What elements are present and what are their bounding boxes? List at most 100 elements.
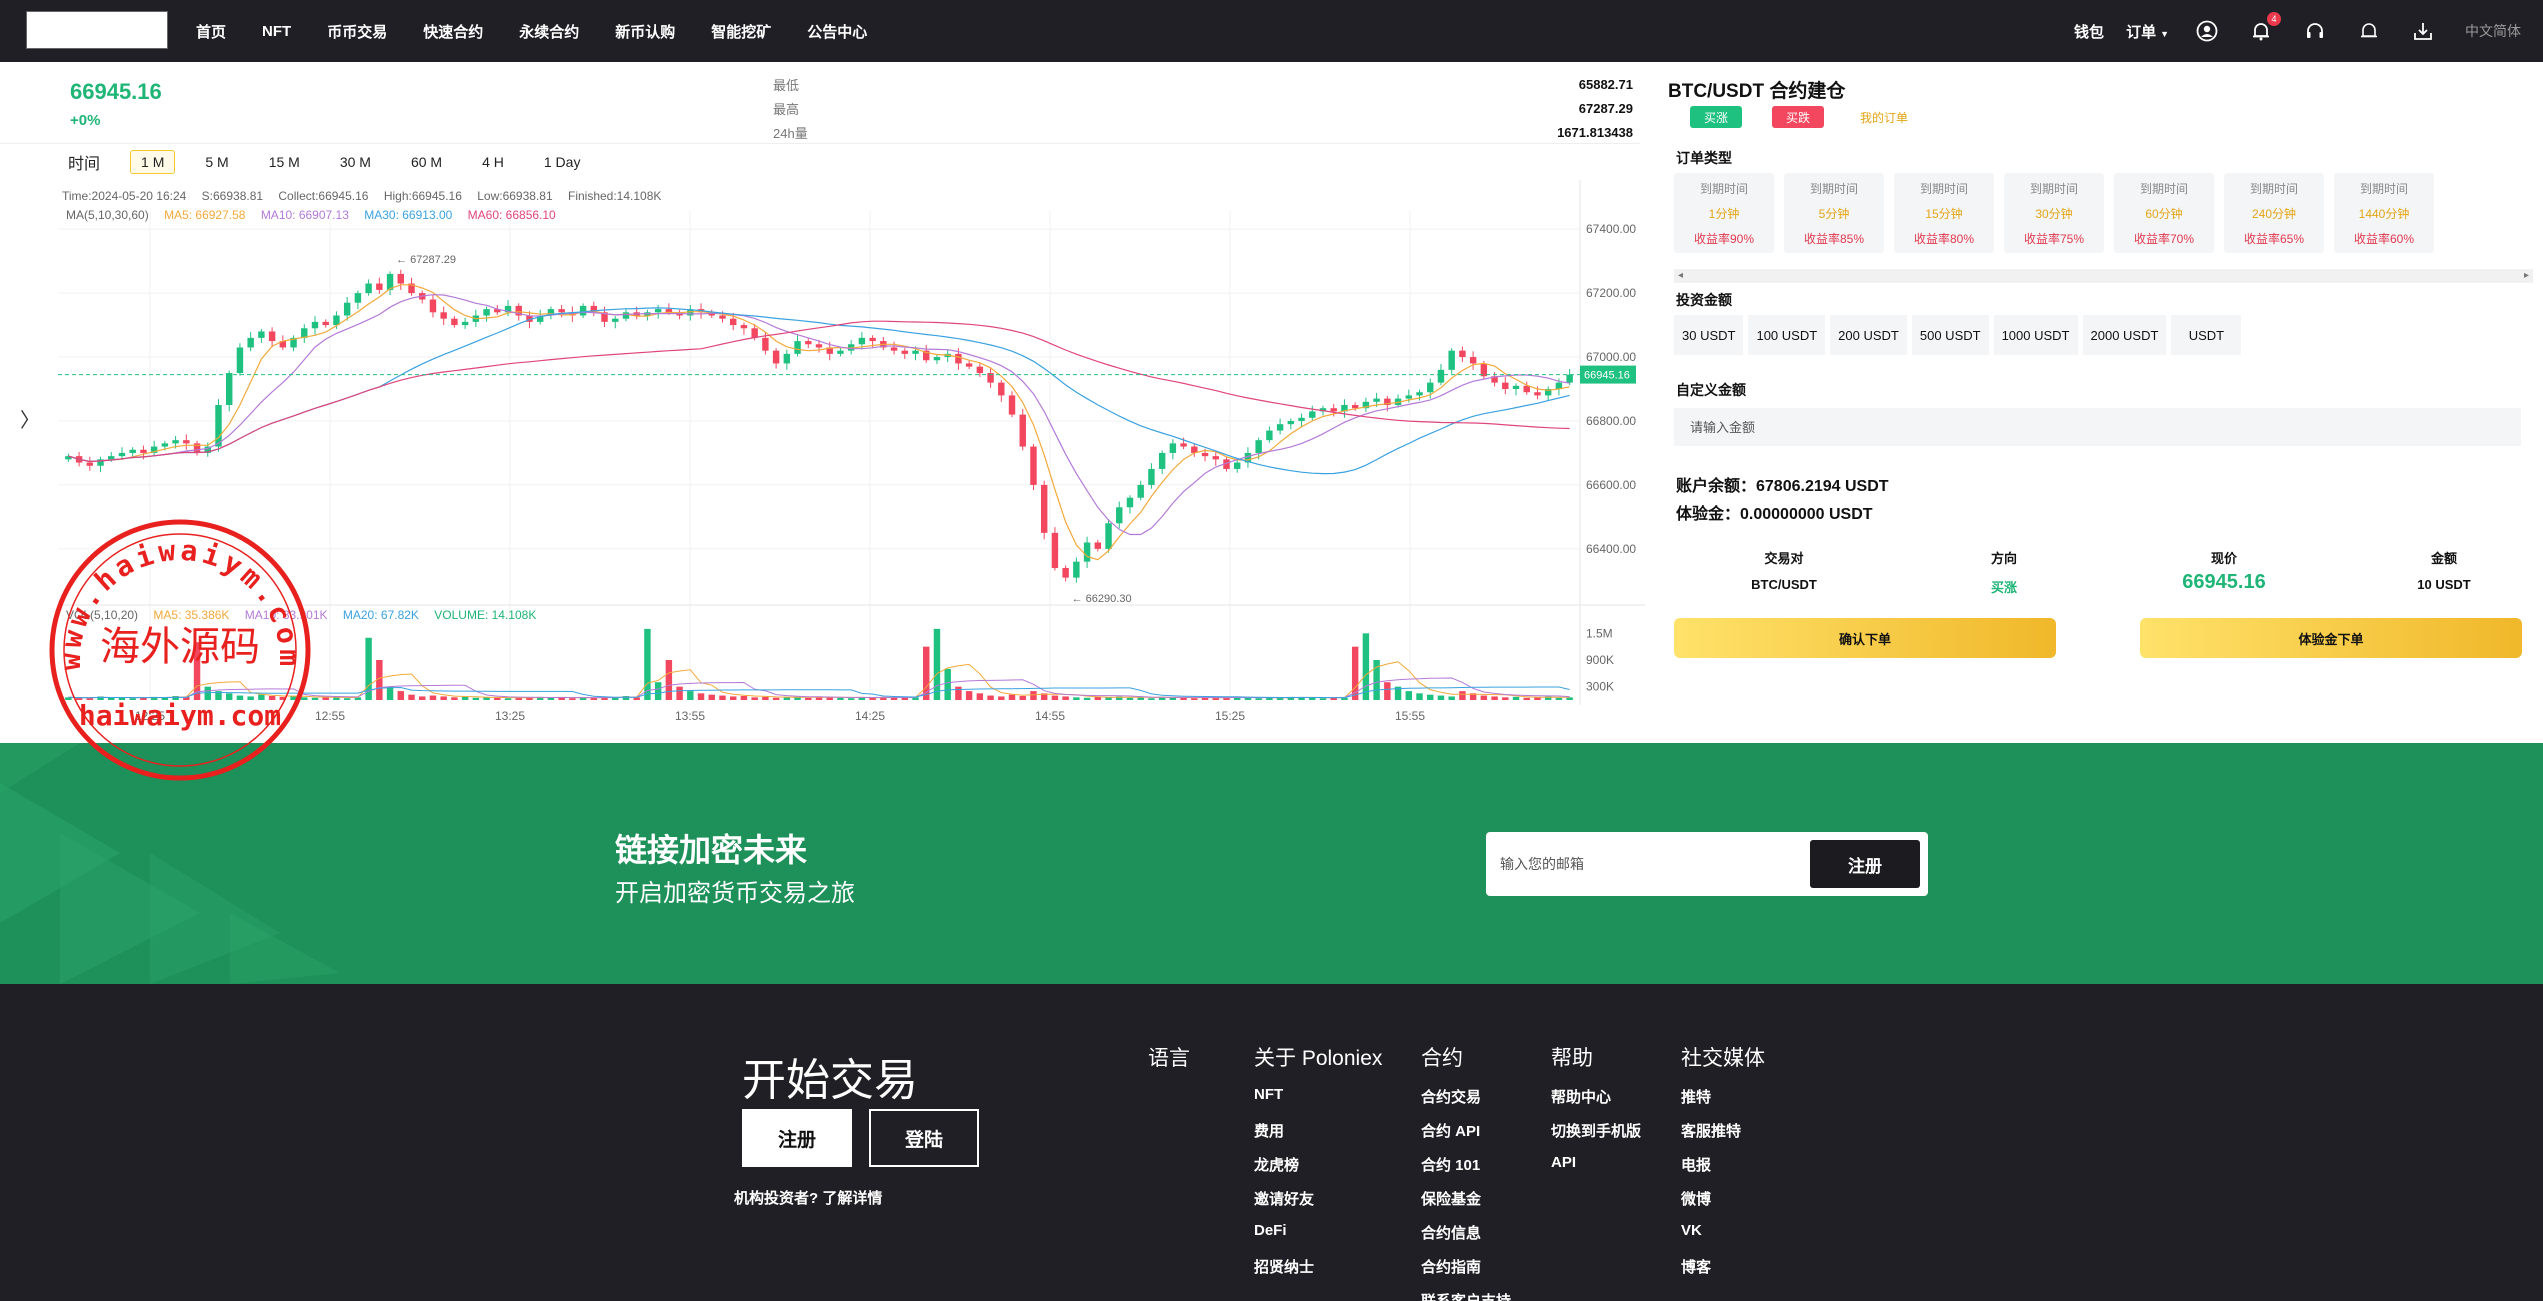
footer-link[interactable]: 保险基金 — [1421, 1188, 1511, 1222]
nav-perpetual[interactable]: 永续合约 — [519, 21, 579, 42]
nav-home[interactable]: 首页 — [196, 21, 226, 42]
volume-bar — [676, 686, 683, 700]
language-selector[interactable]: 中文简体 — [2465, 21, 2521, 41]
footer-link[interactable]: 合约 API — [1421, 1120, 1511, 1154]
footer-link[interactable]: 费用 — [1254, 1120, 1382, 1154]
footer-link[interactable]: 切换到手机版 — [1551, 1120, 1641, 1154]
period-5m[interactable]: 5 M — [195, 151, 238, 173]
stat-volume: 24h量 1671.813438 — [773, 120, 1633, 144]
custom-amount-input[interactable] — [1674, 408, 2521, 446]
footer-link[interactable]: API — [1551, 1154, 1641, 1188]
amount-30[interactable]: 30 USDT — [1674, 315, 1744, 355]
vol-ma20-legend: MA20: 67.82K — [343, 608, 419, 622]
period-4h[interactable]: 4 H — [472, 151, 514, 173]
period-15m[interactable]: 15 M — [259, 151, 310, 173]
amount-2000[interactable]: 2000 USDT — [2082, 315, 2167, 355]
candle-body — [440, 312, 447, 319]
period-1m[interactable]: 1 M — [130, 150, 176, 174]
footer-col-title[interactable]: 语言 — [1148, 1042, 1190, 1072]
nav-spot[interactable]: 币币交易 — [327, 21, 387, 42]
nav-wallet[interactable]: 钱包 — [2074, 21, 2104, 42]
tab-my-orders[interactable]: 我的订单 — [1854, 106, 1914, 128]
trial-order-button[interactable]: 体验金下单 — [2140, 618, 2522, 658]
nav-nft[interactable]: NFT — [262, 23, 291, 40]
amount-200[interactable]: 200 USDT — [1830, 315, 1907, 355]
period-30m[interactable]: 30 M — [330, 151, 381, 173]
download-icon[interactable] — [2411, 19, 2435, 43]
period-60m[interactable]: 60 M — [401, 151, 452, 173]
volume-bar — [1437, 695, 1445, 700]
user-icon[interactable] — [2195, 19, 2219, 43]
footer-link[interactable]: 电报 — [1681, 1154, 1765, 1188]
amount-500[interactable]: 500 USDT — [1911, 315, 1989, 355]
expiry-option-1440[interactable]: 到期时间 1440分钟 收益率60% — [2334, 173, 2434, 253]
amount-1000[interactable]: 1000 USDT — [1993, 315, 2078, 355]
site-logo[interactable] — [26, 11, 168, 49]
footer-link[interactable]: 帮助中心 — [1551, 1086, 1641, 1120]
footer-link[interactable]: DeFi — [1254, 1222, 1382, 1256]
footer-link[interactable]: VK — [1681, 1222, 1765, 1256]
expiry-option-5[interactable]: 到期时间 5分钟 收益率85% — [1784, 173, 1884, 253]
footer-link[interactable]: 招贤纳士 — [1254, 1256, 1382, 1290]
candle-body — [1169, 443, 1177, 453]
scroll-right-icon[interactable]: ▸ — [2524, 270, 2529, 281]
footer-register-button[interactable]: 注册 — [742, 1109, 852, 1167]
volume-bar — [729, 696, 737, 700]
volume-bar — [558, 697, 565, 700]
candle-body — [837, 350, 844, 354]
footer-link[interactable]: 龙虎榜 — [1254, 1154, 1382, 1188]
bell-outline-icon[interactable] — [2357, 19, 2381, 43]
footer-link[interactable]: NFT — [1254, 1086, 1382, 1120]
footer-link[interactable]: 合约信息 — [1421, 1222, 1511, 1256]
expiry-title: 到期时间 — [1809, 181, 1858, 196]
footer-link[interactable]: 合约 101 — [1421, 1154, 1511, 1188]
footer-col-contract: 合约 合约交易 合约 API 合约 101 保险基金 合约信息 合约指南 联系客… — [1421, 1042, 1511, 1301]
candle-body — [740, 325, 748, 329]
expiry-option-240[interactable]: 到期时间 240分钟 收益率65% — [2224, 173, 2324, 253]
confirm-order-button[interactable]: 确认下单 — [1674, 618, 2056, 658]
nav-quick-contract[interactable]: 快速合约 — [423, 21, 483, 42]
nav-announcements[interactable]: 公告中心 — [807, 21, 867, 42]
banner-register-button[interactable]: 注册 — [1810, 840, 1920, 888]
footer-link[interactable]: 合约指南 — [1421, 1256, 1511, 1290]
footer-col-language: 语言 — [1148, 1042, 1190, 1086]
expiry-option-15[interactable]: 到期时间 15分钟 收益率80% — [1894, 173, 1994, 253]
nav-ipo[interactable]: 新币认购 — [615, 21, 675, 42]
nav-orders[interactable]: 订单 ▼ — [2126, 21, 2169, 42]
horizontal-scrollbar[interactable]: ◂ ▸ — [1674, 269, 2533, 283]
amount-custom-usdt[interactable]: USDT — [2171, 315, 2242, 355]
expiry-yield: 收益率75% — [2023, 231, 2085, 246]
volume-bar — [1244, 697, 1252, 700]
footer-login-button[interactable]: 登陆 — [869, 1109, 979, 1167]
period-1d[interactable]: 1 Day — [534, 151, 591, 173]
volume-bar — [944, 668, 951, 700]
headset-icon[interactable] — [2303, 19, 2327, 43]
y-tick-label: 66400.00 — [1586, 542, 1636, 556]
info-collect: Collect:66945.16 — [278, 189, 368, 203]
candle-body — [1073, 561, 1080, 578]
amount-100[interactable]: 100 USDT — [1748, 315, 1826, 355]
footer-link[interactable]: 博客 — [1681, 1256, 1765, 1290]
volume-bar — [1030, 691, 1037, 700]
footer-link[interactable]: 联系客户支持 — [1421, 1290, 1511, 1301]
footer-link[interactable]: 微博 — [1681, 1188, 1765, 1222]
tab-buy-down[interactable]: 买跌 — [1772, 106, 1825, 128]
nav-mining[interactable]: 智能挖矿 — [711, 21, 771, 42]
expiry-option-30[interactable]: 到期时间 30分钟 收益率75% — [2004, 173, 2104, 253]
expiry-option-60[interactable]: 到期时间 60分钟 收益率70% — [2114, 173, 2214, 253]
volume-bar — [419, 696, 426, 700]
footer-institutional-link[interactable]: 机构投资者? 了解详情 — [734, 1187, 882, 1208]
footer-link[interactable]: 邀请好友 — [1254, 1188, 1382, 1222]
footer-link[interactable]: 推特 — [1681, 1086, 1765, 1120]
signup-banner: 链接加密未来 开启加密货币交易之旅 注册 — [0, 743, 2543, 984]
expiry-option-1[interactable]: 到期时间 1分钟 收益率90% — [1674, 173, 1774, 253]
candle-body — [268, 331, 276, 342]
scroll-left-icon[interactable]: ◂ — [1678, 270, 1683, 281]
bell-icon[interactable]: 4 — [2249, 12, 2281, 43]
tab-buy-up[interactable]: 买涨 — [1690, 106, 1743, 128]
email-field[interactable] — [1500, 844, 1800, 884]
footer-link[interactable]: 合约交易 — [1421, 1086, 1511, 1120]
candle-body — [1459, 350, 1466, 358]
footer-link[interactable]: 客服推特 — [1681, 1120, 1765, 1154]
period-selector: 时间 1 M 5 M 15 M 30 M 60 M 4 H 1 Day — [58, 148, 610, 176]
